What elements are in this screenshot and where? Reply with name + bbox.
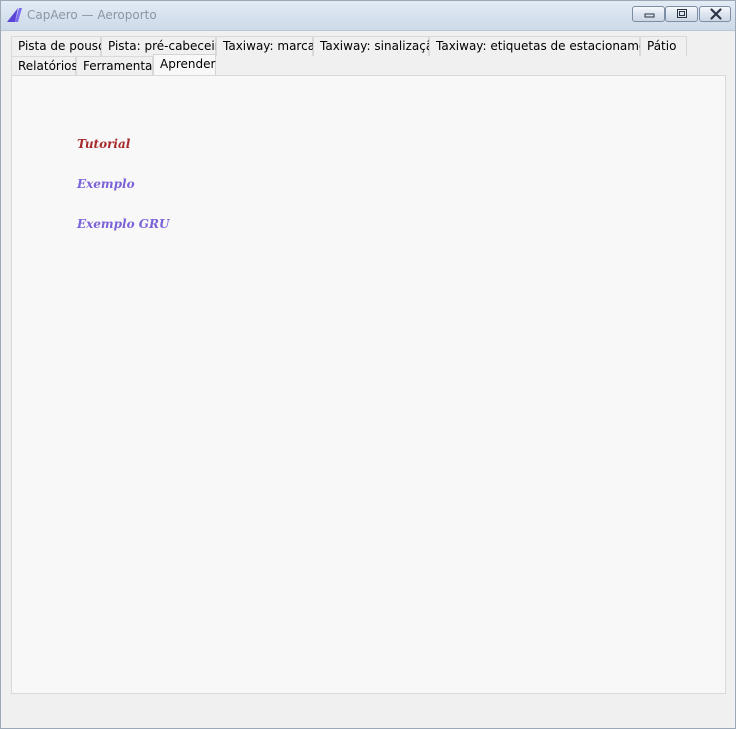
app-window: CapAero — Aeroporto Pista de pouso Pista…: [0, 0, 736, 729]
tab-patio[interactable]: Pátio: [640, 36, 687, 56]
tab-relatorios[interactable]: Relatórios: [11, 56, 78, 76]
maximize-icon: [677, 9, 687, 18]
tab-strip: Pista de pouso Pista: pré-cabeceira Taxi…: [11, 35, 726, 76]
tab-aprender[interactable]: Aprender: [153, 54, 216, 75]
tab-ferramentas[interactable]: Ferramentas: [76, 56, 159, 76]
tab-pista-de-pouso[interactable]: Pista de pouso: [11, 36, 105, 56]
minimize-button[interactable]: [632, 6, 665, 22]
tutorial-link[interactable]: Tutorial: [77, 137, 130, 151]
tab-pista-pre-cabeceira[interactable]: Pista: pré-cabeceira: [101, 36, 227, 56]
title-bar[interactable]: CapAero — Aeroporto: [1, 1, 735, 31]
maximize-button[interactable]: [665, 6, 698, 22]
tab-taxiway-marcas[interactable]: Taxiway: marcas: [216, 36, 321, 56]
window-title: CapAero — Aeroporto: [27, 8, 157, 22]
exemplo-link[interactable]: Exemplo: [77, 177, 135, 191]
exemplo-gru-link[interactable]: Exemplo GRU: [77, 217, 169, 231]
tab-taxiway-sinalizacao[interactable]: Taxiway: sinalização: [313, 36, 441, 56]
aprender-panel: Tutorial Exemplo Exemplo GRU: [11, 75, 726, 694]
minimize-icon: [644, 13, 655, 18]
close-button[interactable]: [699, 6, 731, 22]
tab-taxiway-etiquetas[interactable]: Taxiway: etiquetas de estacionamento: [429, 36, 666, 56]
close-icon: [710, 8, 722, 20]
capaero-logo-icon: [7, 8, 22, 22]
